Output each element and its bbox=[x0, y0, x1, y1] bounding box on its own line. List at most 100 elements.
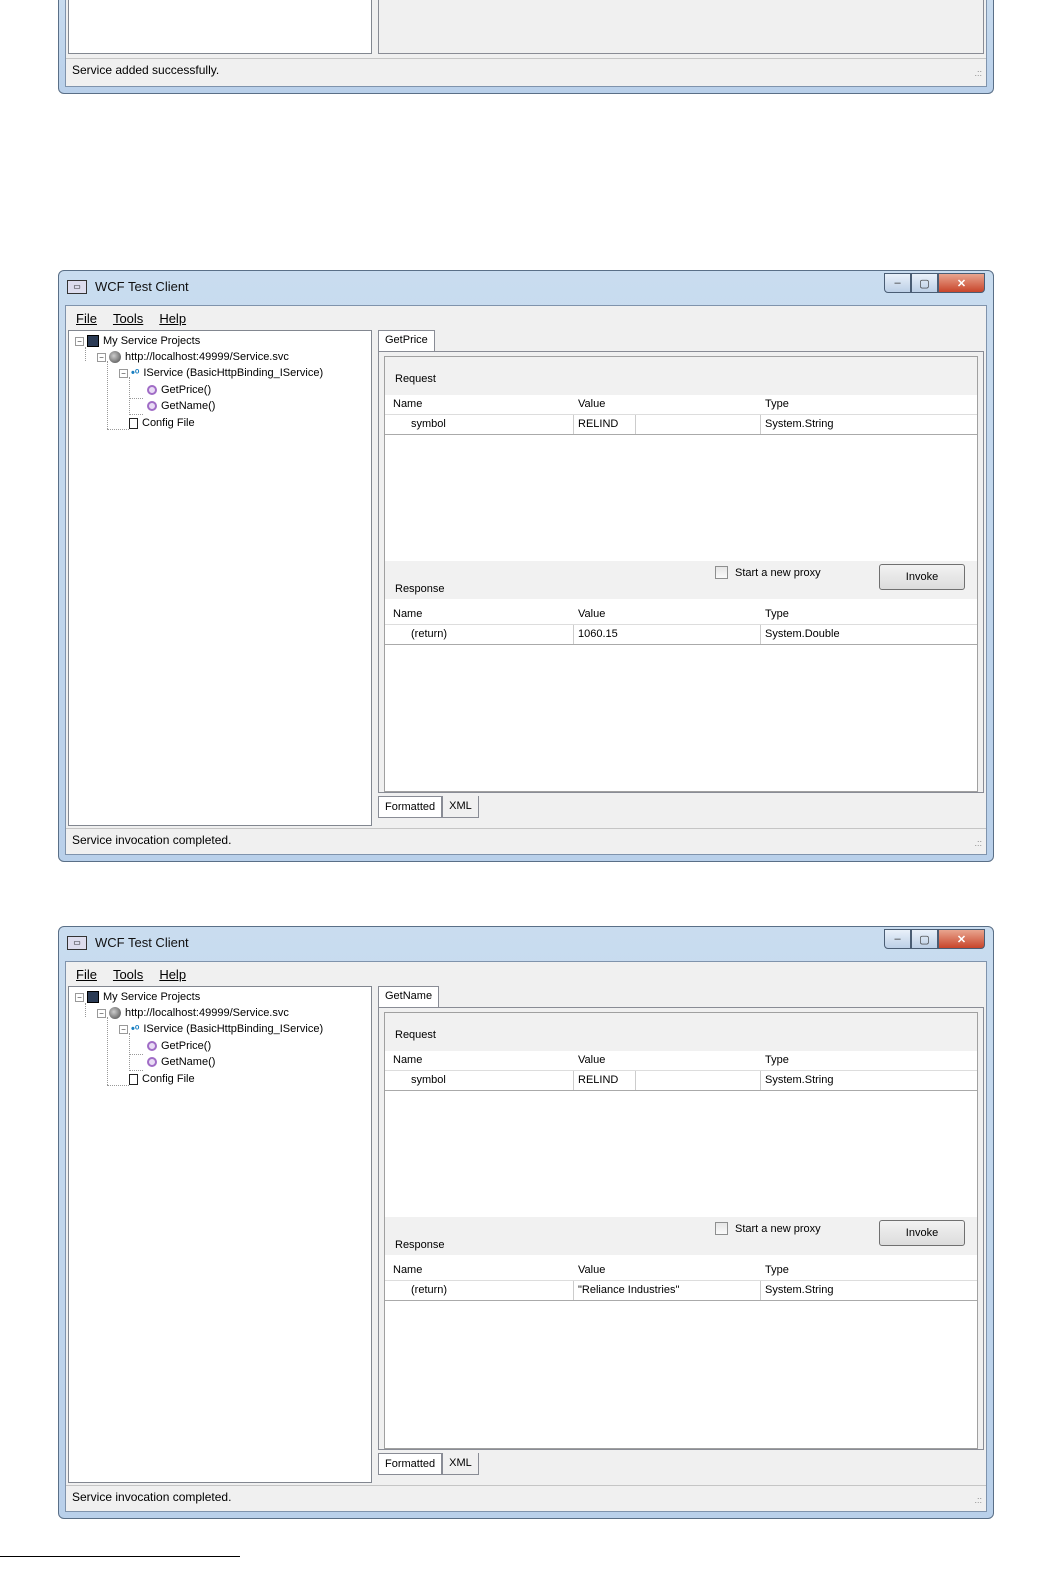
response-label: Response bbox=[395, 583, 445, 595]
tree-item-endpoint[interactable]: − http://localhost:49999/Service.svc bbox=[97, 351, 289, 363]
start-new-proxy-checkbox[interactable]: Start a new proxy bbox=[715, 566, 821, 579]
menu-file-label: File bbox=[76, 310, 97, 326]
col-name: Name bbox=[393, 1264, 423, 1276]
collapse-icon[interactable]: − bbox=[119, 1024, 128, 1034]
collapse-icon[interactable]: − bbox=[75, 992, 84, 1002]
collapse-icon[interactable]: − bbox=[97, 352, 106, 362]
status-text: Service invocation completed. bbox=[72, 1490, 232, 1504]
file-icon bbox=[129, 1073, 138, 1085]
tab-operation-label: GetName bbox=[385, 990, 433, 1002]
menu-bar: File Tools Help bbox=[66, 962, 986, 986]
request-label: Request bbox=[395, 1029, 436, 1041]
close-button[interactable]: ✕ bbox=[938, 273, 985, 293]
col-value: Value bbox=[578, 608, 606, 620]
request-param-value[interactable]: RELIND bbox=[578, 418, 618, 430]
response-type: System.String bbox=[765, 1284, 834, 1296]
method-icon bbox=[147, 1057, 157, 1067]
service-tree[interactable]: − My Service Projects − http://localhost… bbox=[68, 330, 372, 826]
menu-tools-label: Tools bbox=[112, 310, 144, 326]
tree-item-getprice[interactable]: GetPrice() bbox=[147, 1040, 211, 1052]
response-row[interactable]: (return) 1060.15 System.Double bbox=[385, 625, 977, 645]
request-row[interactable]: symbol RELIND System.String bbox=[385, 415, 977, 435]
response-value: "Reliance Industries" bbox=[578, 1284, 680, 1296]
tree-item-endpoint[interactable]: − http://localhost:49999/Service.svc bbox=[97, 1007, 289, 1019]
project-icon bbox=[87, 991, 99, 1003]
response-name: (return) bbox=[411, 628, 448, 640]
tab-formatted[interactable]: Formatted bbox=[378, 796, 443, 818]
checkbox-icon[interactable] bbox=[715, 566, 728, 579]
menu-file[interactable]: File bbox=[76, 967, 97, 982]
tree-item-config-label: Config File bbox=[142, 417, 195, 429]
request-param-name: symbol bbox=[411, 418, 446, 430]
request-param-name: symbol bbox=[411, 1074, 446, 1086]
tab-operation[interactable]: GetName bbox=[378, 986, 440, 1008]
tree-item-endpoint-label: http://localhost:49999/Service.svc bbox=[125, 1007, 289, 1019]
tree-item-getname[interactable]: GetName() bbox=[147, 1056, 215, 1068]
window-title: WCF Test Client bbox=[95, 935, 189, 950]
invoke-button[interactable]: Invoke bbox=[879, 564, 965, 590]
minimize-icon: – bbox=[894, 933, 901, 945]
title-bar[interactable]: ▭ WCF Test Client – ▢ ✕ bbox=[59, 271, 993, 305]
request-param-value[interactable]: RELIND bbox=[578, 1074, 618, 1086]
col-name: Name bbox=[393, 608, 423, 620]
menu-tools[interactable]: Tools bbox=[113, 311, 143, 326]
tab-operation[interactable]: GetPrice bbox=[378, 330, 435, 352]
menu-help[interactable]: Help bbox=[159, 967, 186, 982]
tree-item-config[interactable]: Config File bbox=[129, 417, 195, 429]
request-row[interactable]: symbol RELIND System.String bbox=[385, 1071, 977, 1091]
interface-icon: •ᵒ bbox=[131, 367, 140, 379]
tab-xml[interactable]: XML bbox=[442, 1453, 479, 1475]
service-tree[interactable]: − My Service Projects − http://localhost… bbox=[68, 986, 372, 1483]
window-title: WCF Test Client bbox=[95, 279, 189, 294]
maximize-button[interactable]: ▢ bbox=[911, 929, 938, 949]
collapse-icon[interactable]: − bbox=[97, 1008, 106, 1018]
minimize-button[interactable]: – bbox=[884, 273, 911, 293]
menu-help[interactable]: Help bbox=[159, 311, 186, 326]
wcf-window-1: ▭ WCF Test Client – ▢ ✕ File Tools Help … bbox=[58, 270, 994, 862]
tree-item-root[interactable]: − My Service Projects bbox=[75, 991, 200, 1003]
collapse-icon[interactable]: − bbox=[119, 368, 128, 378]
col-value: Value bbox=[578, 398, 606, 410]
response-name: (return) bbox=[411, 1284, 448, 1296]
interface-icon: •ᵒ bbox=[131, 1023, 140, 1035]
tree-panel[interactable] bbox=[68, 0, 372, 54]
col-type: Type bbox=[765, 398, 789, 410]
size-grip-icon[interactable]: .:: bbox=[974, 68, 982, 78]
tree-item-contract[interactable]: − •ᵒ IService (BasicHttpBinding_IService… bbox=[119, 367, 323, 379]
checkbox-icon[interactable] bbox=[715, 1222, 728, 1235]
size-grip-icon[interactable]: .:: bbox=[974, 1495, 982, 1505]
tree-item-getname-label: GetName() bbox=[161, 1056, 216, 1068]
footnote-rule bbox=[0, 1556, 240, 1557]
response-grid-header: Name Value Type bbox=[385, 1261, 977, 1281]
minimize-button[interactable]: – bbox=[884, 929, 911, 949]
menu-help-label: Help bbox=[159, 310, 187, 326]
response-row[interactable]: (return) "Reliance Industries" System.St… bbox=[385, 1281, 977, 1301]
tree-item-config[interactable]: Config File bbox=[129, 1073, 195, 1085]
tab-formatted[interactable]: Formatted bbox=[378, 1453, 443, 1475]
menu-tools[interactable]: Tools bbox=[113, 967, 143, 982]
tree-item-contract-label: IService (BasicHttpBinding_IService) bbox=[143, 1023, 324, 1035]
tree-item-root-label: My Service Projects bbox=[103, 991, 201, 1003]
request-grid-header: Name Value Type bbox=[385, 1051, 977, 1071]
menu-file[interactable]: File bbox=[76, 311, 97, 326]
menu-bar: File Tools Help bbox=[66, 306, 986, 330]
size-grip-icon[interactable]: .:: bbox=[974, 838, 982, 848]
tree-item-getname-label: GetName() bbox=[161, 400, 216, 412]
col-type: Type bbox=[765, 608, 789, 620]
title-bar[interactable]: ▭ WCF Test Client – ▢ ✕ bbox=[59, 927, 993, 961]
status-bar: Service added successfully. .:: bbox=[66, 58, 986, 80]
tree-item-root[interactable]: − My Service Projects bbox=[75, 335, 200, 347]
tab-xml[interactable]: XML bbox=[442, 796, 479, 818]
operation-pane: GetPrice Request Name Value Type symbol … bbox=[378, 330, 984, 826]
col-value: Value bbox=[578, 1054, 606, 1066]
invoke-button[interactable]: Invoke bbox=[879, 1220, 965, 1246]
collapse-icon[interactable]: − bbox=[75, 336, 84, 346]
tree-item-getprice[interactable]: GetPrice() bbox=[147, 384, 211, 396]
minimize-icon: – bbox=[894, 277, 901, 289]
tree-item-contract[interactable]: − •ᵒ IService (BasicHttpBinding_IService… bbox=[119, 1023, 323, 1035]
maximize-button[interactable]: ▢ bbox=[911, 273, 938, 293]
start-new-proxy-checkbox[interactable]: Start a new proxy bbox=[715, 1222, 821, 1235]
top-window-fragment: Service added successfully. .:: bbox=[58, 0, 994, 94]
close-button[interactable]: ✕ bbox=[938, 929, 985, 949]
tree-item-getname[interactable]: GetName() bbox=[147, 400, 215, 412]
